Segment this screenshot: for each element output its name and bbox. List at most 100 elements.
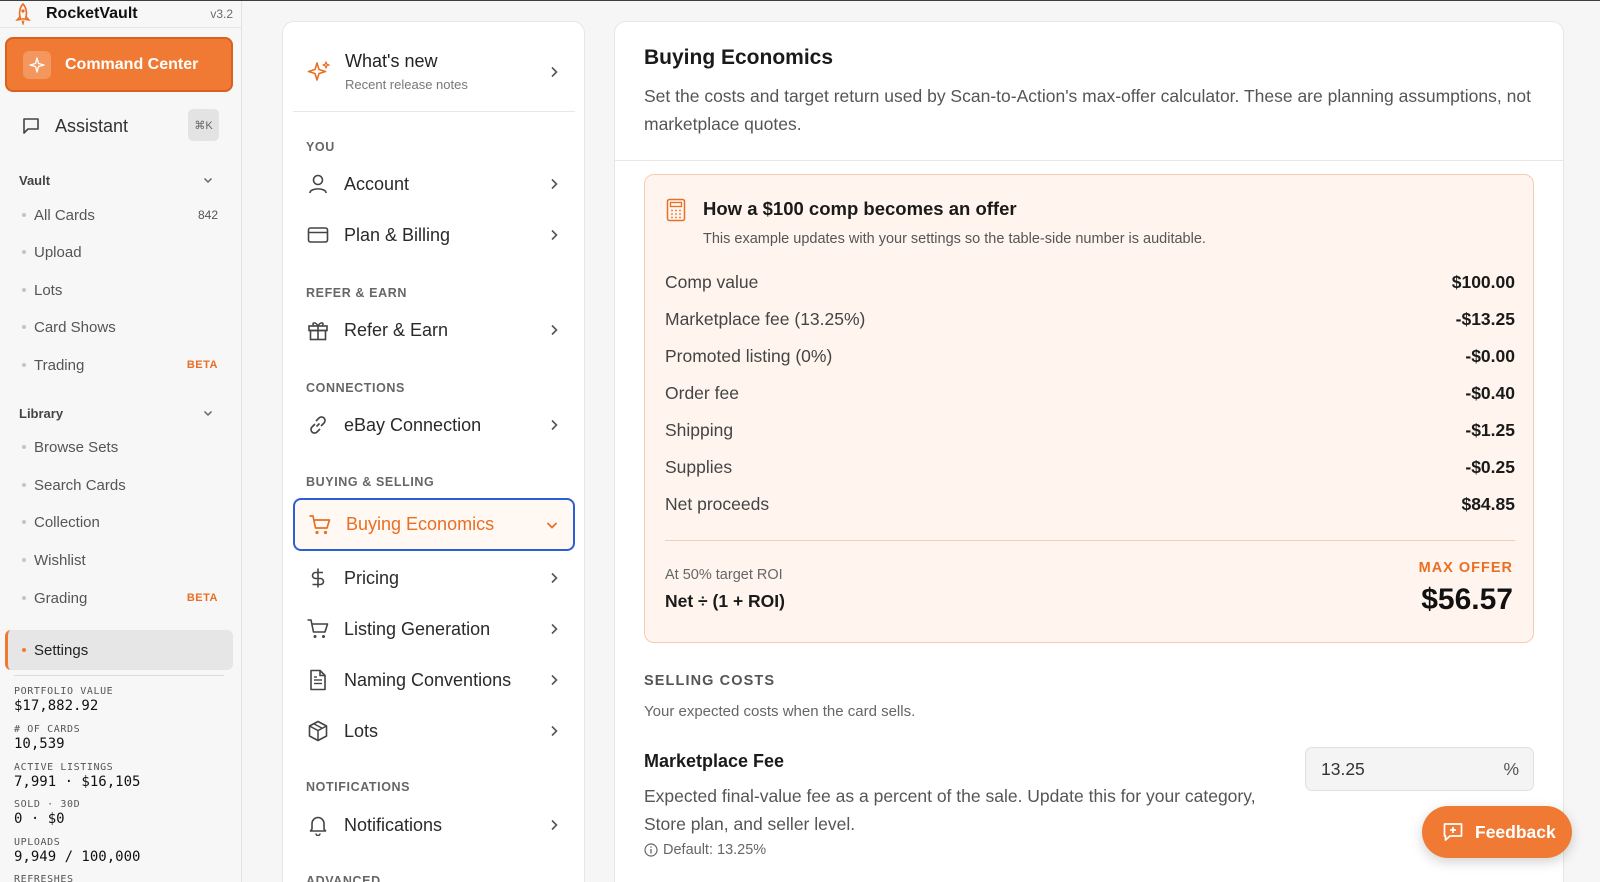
menu-item-label: Pricing — [344, 567, 400, 588]
menu-item-pricing[interactable]: Pricing — [293, 553, 575, 603]
menu-item-label: Listing Generation — [344, 618, 491, 639]
row-value: -$0.40 — [1465, 382, 1515, 403]
sidebar-item-label: Trading — [34, 356, 85, 374]
command-center-button[interactable]: Command Center — [5, 37, 233, 92]
menu-item-plan-billing[interactable]: Plan & Billing — [293, 210, 575, 260]
window-top-border — [0, 0, 1600, 1]
message-plus-icon — [1442, 821, 1464, 843]
link-icon — [306, 413, 330, 437]
menu-item-listing-generation[interactable]: Listing Generation — [293, 604, 575, 654]
sidebar-item-card-shows[interactable]: Card Shows — [0, 312, 241, 342]
example-row-supplies: Supplies -$0.25 — [665, 452, 1515, 482]
chevron-right-icon — [547, 65, 561, 79]
chevron-right-icon — [547, 418, 561, 432]
feedback-label: Feedback — [1475, 821, 1556, 842]
example-title: How a $100 comp becomes an offer — [703, 198, 1017, 219]
sidebar-item-browse-sets[interactable]: Browse Sets — [0, 432, 241, 462]
menu-item-ebay-connection[interactable]: eBay Connection — [293, 400, 575, 450]
row-label: Net proceeds — [665, 493, 770, 514]
user-icon — [306, 172, 330, 196]
chevron-down-icon — [202, 174, 214, 186]
sidebar-item-label: Wishlist — [34, 551, 86, 569]
count-badge: 842 — [197, 208, 218, 222]
beta-badge: BETA — [186, 592, 218, 604]
selling-costs-subheading: Your expected costs when the card sells. — [644, 703, 916, 720]
assistant-button[interactable]: Assistant ⌘K — [0, 106, 241, 146]
sidebar-divider — [14, 675, 224, 676]
menu-item-label: Refer & Earn — [344, 319, 449, 340]
sparkle-icon — [23, 50, 51, 79]
sidebar-item-wishlist[interactable]: Wishlist — [0, 545, 241, 575]
library-group-label: Library — [19, 405, 64, 421]
section-label-refer: REFER & EARN — [306, 286, 407, 300]
percent-unit: % — [1503, 758, 1519, 779]
stat-card-count: # OF CARDS 10,539 — [14, 724, 80, 752]
menu-item-label: Plan & Billing — [344, 224, 451, 245]
bell-icon — [306, 813, 330, 837]
row-label: Comp value — [665, 271, 759, 292]
sidebar-item-collection[interactable]: Collection — [0, 507, 241, 537]
bullet-icon — [22, 363, 26, 367]
example-row-marketplace-fee: Marketplace fee (13.25%) -$13.25 — [665, 304, 1515, 334]
vault-group-toggle[interactable]: Vault — [0, 168, 241, 192]
buying-economics-panel: Buying Economics Set the costs and targe… — [614, 21, 1564, 882]
chevron-right-icon — [547, 177, 561, 191]
sidebar-item-label: Grading — [34, 589, 88, 607]
default-value-text: Default: 13.25% — [663, 842, 767, 858]
sidebar-item-all-cards[interactable]: All Cards 842 — [0, 200, 241, 230]
stat-uploads: UPLOADS 9,949 / 100,000 — [14, 837, 140, 865]
menu-item-label: Lots — [344, 720, 379, 741]
stat-label: REFRESHES — [14, 874, 74, 882]
gift-icon — [306, 318, 330, 342]
offer-formula: Net ÷ (1 + ROI) — [665, 591, 785, 611]
example-divider — [665, 540, 1515, 541]
marketplace-fee-input[interactable] — [1321, 758, 1491, 780]
row-value: -$1.25 — [1465, 419, 1515, 440]
shopping-cart-icon — [306, 617, 330, 641]
offer-example-card: How a $100 comp becomes an offer This ex… — [644, 174, 1534, 643]
stat-label: ACTIVE LISTINGS — [14, 762, 114, 773]
sidebar-item-settings[interactable]: Settings — [5, 630, 233, 670]
info-icon — [644, 842, 659, 858]
sidebar-item-label: Search Cards — [34, 476, 126, 494]
calculator-icon — [666, 198, 688, 222]
menu-item-notifications[interactable]: Notifications — [293, 800, 575, 850]
section-label-connections: CONNECTIONS — [306, 381, 405, 395]
menu-item-refer-earn[interactable]: Refer & Earn — [293, 305, 575, 355]
sidebar-item-upload[interactable]: Upload — [0, 237, 241, 267]
sidebar-item-search-cards[interactable]: Search Cards — [0, 470, 241, 500]
app-name: RocketVault — [46, 4, 138, 22]
chevron-right-icon — [547, 323, 561, 337]
sparkles-icon — [307, 60, 331, 84]
menu-item-label: Account — [344, 173, 410, 194]
section-label-you: YOU — [306, 140, 335, 154]
assistant-label: Assistant — [55, 115, 129, 136]
stat-value: 10,539 — [14, 736, 65, 752]
whats-new-link[interactable]: What's new Recent release notes — [293, 32, 575, 112]
sidebar-item-grading[interactable]: Grading BETA — [0, 583, 241, 613]
row-value: $84.85 — [1461, 493, 1515, 514]
stat-sold-30d: SOLD · 30D 0 · $0 — [14, 799, 80, 827]
menu-item-buying-economics[interactable]: Buying Economics — [293, 498, 575, 551]
stat-portfolio-value: PORTFOLIO VALUE $17,882.92 — [14, 686, 113, 714]
chevron-right-icon — [547, 228, 561, 242]
target-roi-label: At 50% target ROI — [665, 567, 783, 583]
stat-value: 9,949 / 100,000 — [14, 849, 141, 865]
document-icon — [306, 668, 330, 692]
brand-bar: RocketVault v3.2 — [0, 0, 241, 28]
sidebar-item-trading[interactable]: Trading BETA — [0, 350, 241, 380]
stat-value: $17,882.92 — [14, 698, 99, 714]
menu-item-naming-conventions[interactable]: Naming Conventions — [293, 655, 575, 705]
sidebar-item-lots[interactable]: Lots — [0, 275, 241, 305]
library-group-toggle[interactable]: Library — [0, 401, 241, 425]
menu-item-lots[interactable]: Lots — [293, 706, 575, 756]
sidebar-item-label: Lots — [34, 281, 63, 299]
feedback-button[interactable]: Feedback — [1422, 806, 1572, 858]
assistant-shortcut: ⌘K — [188, 109, 219, 141]
stat-label: # OF CARDS — [14, 724, 81, 735]
menu-item-account[interactable]: Account — [293, 159, 575, 209]
selling-costs-heading: SELLING COSTS — [644, 673, 776, 689]
app-sidebar: RocketVault v3.2 Command Center Assistan… — [0, 0, 242, 882]
credit-card-icon — [306, 223, 330, 247]
marketplace-fee-description: Expected final-value fee as a percent of… — [644, 786, 1256, 834]
